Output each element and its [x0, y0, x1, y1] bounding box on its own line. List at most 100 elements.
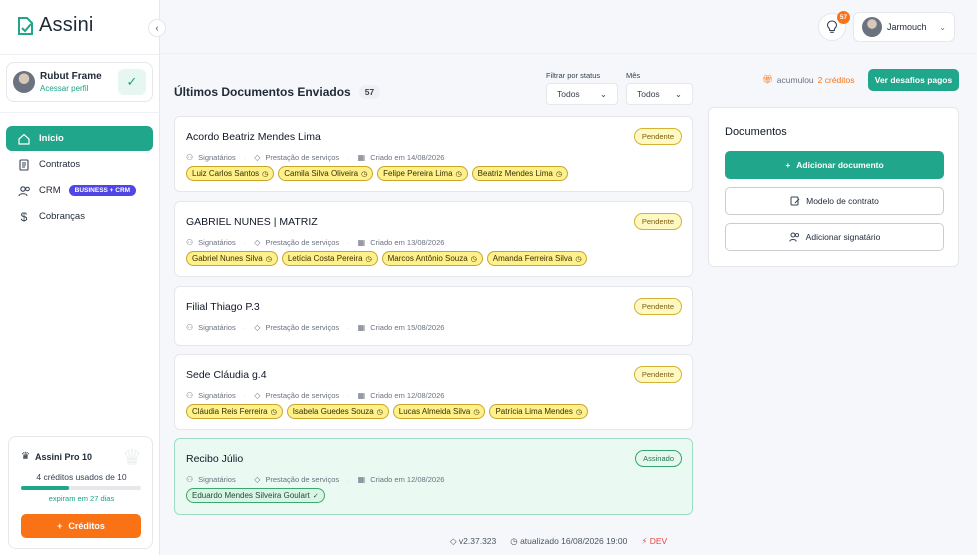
plan-expire: expiram em 27 dias	[48, 494, 115, 503]
document-type: Prestação de serviços	[265, 238, 340, 247]
signers-label: Signatários	[198, 391, 236, 400]
separator-dot: ·	[347, 323, 350, 332]
signer-name: Amanda Ferreira Silva	[492, 254, 573, 263]
assini-logo-icon	[18, 16, 33, 35]
users-icon: ⚇	[186, 391, 194, 400]
separator-dot: ·	[243, 153, 247, 162]
signer-chip[interactable]: Letícia Costa Pereira ◷	[281, 251, 378, 266]
signer-chip[interactable]: Beatriz Mendes Lima ◷	[471, 166, 568, 181]
chevron-down-icon: ⌄	[599, 88, 607, 99]
document-meta: ⚇ Signatários · ◇ Prestação de serviços · ▦ Cri…	[186, 153, 444, 162]
document-meta: ⚇ Signatários · ◇ Prestação de serviços · ▦ Cri…	[186, 475, 444, 484]
paid-challenges-button[interactable]: Ver desafios pagos	[868, 69, 959, 91]
calendar-icon: ▦	[357, 475, 366, 484]
clock-icon: ◷	[361, 170, 368, 178]
profile-link[interactable]: Acessar perfil	[40, 84, 118, 93]
documents-actions-panel: Documentos + Adicionar documento Modelo …	[708, 107, 959, 267]
signers-list: Gabriel Nunes Silva ◷ Letícia Costa Pereir…	[186, 251, 588, 266]
collapse-sidebar-button[interactable]: ‹	[148, 19, 166, 37]
add-document-button[interactable]: + Adicionar documento	[725, 151, 944, 179]
page-title: Últimos Documentos Enviados	[174, 85, 351, 99]
document-title[interactable]: GABRIEL NUNES | MATRIZ	[186, 216, 318, 228]
chevron-down-icon: ⌄	[939, 22, 946, 32]
tag-icon: ◇	[254, 323, 261, 332]
check-icon: ✓	[312, 492, 319, 500]
gift-icon: 🎁︎	[762, 74, 773, 84]
notification-count-badge: 57	[837, 11, 850, 24]
add-signer-button[interactable]: Adicionar signatário	[725, 223, 944, 251]
signer-chip[interactable]: Gabriel Nunes Silva ◷	[186, 251, 278, 266]
plan-usage: 4 créditos usados de 10	[36, 472, 127, 482]
sidebar-item-label: CRM	[39, 185, 61, 196]
signer-chip[interactable]: Luiz Carlos Santos ◷	[186, 166, 275, 181]
signers-list: Eduardo Mendes Silveira Goulart ✓	[186, 488, 325, 503]
business-crm-badge: BUSINESS + CRM	[68, 185, 137, 196]
document-title[interactable]: Sede Cláudia g.4	[186, 369, 267, 381]
document-title[interactable]: Acordo Beatriz Mendes Lima	[186, 131, 321, 143]
clock-icon: ◷	[575, 255, 582, 263]
bug-icon: ⚡	[641, 536, 648, 546]
created-date: Criado em 14/08/2026	[370, 153, 445, 162]
status-badge: Pendente	[633, 213, 682, 230]
status-filter-label: Filtrar por status	[546, 71, 601, 80]
status-badge: Pendente	[633, 128, 682, 145]
document-card[interactable]: GABRIEL NUNES | MATRIZ Pendente ⚇ Signatári…	[174, 201, 693, 277]
credits-button[interactable]: + Créditos	[21, 514, 141, 538]
signers-list: Cláudia Reis Ferreira ◷ Isabela Guedes Sou…	[186, 404, 588, 419]
user-menu-button[interactable]: Jarmouch ⌄	[853, 12, 955, 42]
sidebar-nav: Início Contratos CRM BUSINESS + CRM $ Co…	[6, 126, 153, 230]
clock-icon: ◷	[270, 408, 277, 416]
sidebar: Assini Rubut Frame Acessar perfil ✓ Iníc…	[0, 0, 160, 555]
signer-name: Isabela Guedes Souza	[292, 407, 374, 416]
tag-icon: ◇	[254, 153, 261, 162]
updated-text: atualizado 16/08/2026 19:00	[520, 536, 628, 546]
sidebar-item-crm[interactable]: CRM BUSINESS + CRM	[6, 178, 153, 203]
signer-chip[interactable]: Eduardo Mendes Silveira Goulart ✓	[186, 488, 325, 503]
signer-chip[interactable]: Marcos Antônio Souza ◷	[381, 251, 483, 266]
sidebar-item-label: Início	[39, 133, 64, 144]
document-card[interactable]: Filial Thiago P.3 Pendente ⚇ Signatários · ◇ P…	[174, 286, 693, 346]
documents-section-title: Últimos Documentos Enviados 57	[174, 85, 381, 99]
clock-icon: ◷	[376, 408, 383, 416]
plan-title: Assini Pro 10	[34, 451, 92, 462]
signer-chip[interactable]: Lucas Almeida Silva ◷	[392, 404, 486, 419]
document-type: Prestação de serviços	[265, 475, 340, 484]
signer-name: Luiz Carlos Santos	[192, 169, 260, 178]
tag-icon: ◇	[450, 536, 457, 546]
avatar	[13, 71, 35, 93]
signer-chip[interactable]: Camila Silva Oliveira ◷	[278, 166, 374, 181]
signer-chip[interactable]: Isabela Guedes Souza ◷	[286, 404, 389, 419]
document-card[interactable]: Acordo Beatriz Mendes Lima Pendente ⚇ Signa…	[174, 116, 693, 192]
clock-icon: ◷	[555, 170, 562, 178]
month-filter-select[interactable]: Todos ⌄	[626, 83, 693, 105]
separator-dot: ·	[243, 475, 247, 484]
dollar-icon: $	[20, 209, 28, 224]
clock-icon: ◷	[262, 170, 269, 178]
profile-card[interactable]: Rubut Frame Acessar perfil ✓	[6, 62, 153, 102]
signer-name: Patrícia Lima Mendes	[495, 407, 573, 416]
sidebar-item-inicio[interactable]: Início	[6, 126, 153, 151]
sidebar-item-contratos[interactable]: Contratos	[6, 152, 153, 177]
crown-icon: ♛	[21, 451, 30, 462]
contract-model-button[interactable]: Modelo de contrato	[725, 187, 944, 215]
add-document-label: Adicionar documento	[796, 160, 884, 170]
sidebar-item-cobrancas[interactable]: $ Cobranças	[6, 204, 153, 229]
document-title[interactable]: Filial Thiago P.3	[186, 301, 260, 313]
month-filter-value: Todos	[637, 89, 660, 99]
documents-count-badge: 57	[358, 85, 381, 99]
edit-document-icon	[790, 196, 800, 206]
crown-watermark-icon: ♛	[122, 445, 142, 470]
app-logo[interactable]: Assini	[16, 14, 94, 37]
signer-chip[interactable]: Felipe Pereira Lima ◷	[377, 166, 468, 181]
credits-button-label: Créditos	[68, 521, 105, 531]
status-filter-select[interactable]: Todos ⌄	[546, 83, 618, 105]
signer-chip[interactable]: Cláudia Reis Ferreira ◷	[186, 404, 283, 419]
document-title[interactable]: Recibo Júlio	[186, 453, 243, 465]
plan-progress-bar	[21, 486, 141, 490]
plus-icon: +	[57, 521, 63, 531]
document-card[interactable]: Recibo Júlio Assinado ⚇ Signatários · ◇ Presta…	[174, 438, 693, 515]
signer-chip[interactable]: Patrícia Lima Mendes ◷	[489, 404, 588, 419]
signer-chip[interactable]: Amanda Ferreira Silva ◷	[486, 251, 588, 266]
document-card[interactable]: Sede Cláudia g.4 Pendente ⚇ Signatários · ◇ Pr…	[174, 354, 693, 430]
profile-name: Rubut Frame	[40, 71, 102, 82]
